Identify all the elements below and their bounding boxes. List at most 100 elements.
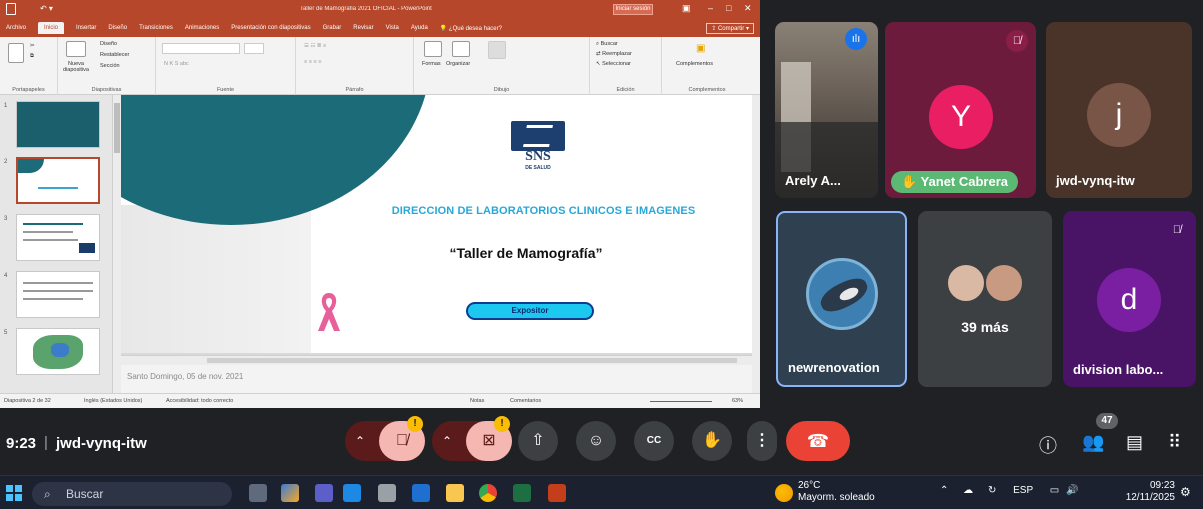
arrange-icon[interactable] — [452, 41, 470, 57]
layout-button[interactable]: Diseño — [100, 41, 117, 47]
leave-call-button[interactable]: ☎ — [786, 421, 850, 461]
zoom-level[interactable]: 63% — [732, 398, 743, 404]
minimize-icon[interactable]: – — [708, 3, 713, 13]
tell-me-search[interactable]: 💡 ¿Qué desea hacer? — [440, 25, 502, 32]
people-icon[interactable]: 👥 — [1082, 432, 1104, 453]
camera-options-chevron-icon[interactable]: ⌃ — [442, 421, 452, 461]
zoom-slider[interactable] — [650, 401, 712, 402]
task-view-icon[interactable] — [249, 484, 267, 502]
slide-notes[interactable]: Santo Domingo, 05 de nov. 2021 — [121, 365, 752, 393]
share-button[interactable]: ⇪ Compartir ▾ — [706, 23, 754, 34]
comments-toggle[interactable]: Comentarios — [510, 398, 541, 404]
weather-widget[interactable]: 26°C Mayorm. soleado — [798, 480, 875, 504]
cut-icon[interactable]: ✂ — [30, 43, 35, 49]
excel-icon[interactable] — [513, 484, 531, 502]
find-button[interactable]: ⌕ Buscar — [596, 41, 618, 48]
ribbon-options-icon[interactable]: ▣ — [682, 3, 691, 14]
activities-icon[interactable]: ⠿ — [1168, 432, 1181, 453]
windows-start-icon[interactable] — [6, 485, 22, 501]
tray-chevron-icon[interactable]: ⌃ — [940, 485, 948, 496]
select-button[interactable]: ↖ Seleccionar — [596, 61, 631, 67]
participant-tile-jwd[interactable]: j jwd-vynq-itw — [1046, 22, 1192, 198]
thumbs-scrollbar[interactable] — [113, 95, 121, 393]
font-size-select[interactable] — [244, 43, 264, 54]
font-name-select[interactable] — [162, 43, 240, 54]
participant-tile-newrenovation[interactable]: newrenovation — [776, 211, 907, 387]
shapes-icon[interactable] — [424, 41, 442, 57]
slide-v-scrollbar[interactable] — [752, 95, 760, 393]
undo-icon[interactable]: ↶ ▾ — [40, 4, 53, 13]
tab-inicio[interactable]: Inicio — [38, 22, 65, 34]
volume-icon[interactable]: 🔊 — [1066, 485, 1078, 496]
status-language[interactable]: Inglés (Estados Unidos) — [84, 398, 142, 404]
tab-vista[interactable]: Vista — [386, 25, 399, 31]
participant-tile-arely[interactable]: ılı Arely A... — [775, 22, 878, 198]
reset-button[interactable]: Restablecer — [100, 52, 129, 58]
slide-thumb-5[interactable] — [16, 328, 100, 375]
font-format-icons[interactable]: N K S abc — [164, 61, 189, 67]
list-icons[interactable]: ☰ ☷ ≣ ≡ — [304, 43, 326, 49]
slide-h-scrollbar[interactable] — [121, 355, 752, 365]
chrome-icon[interactable] — [479, 484, 497, 502]
quick-styles-icon[interactable] — [488, 41, 506, 59]
outlook-icon[interactable] — [343, 484, 361, 502]
save-icon[interactable] — [6, 3, 16, 15]
store-icon[interactable] — [412, 484, 430, 502]
participant-tile-division[interactable]: d 🎙̸ division labo... — [1063, 211, 1196, 387]
section-button[interactable]: Sección — [100, 63, 120, 69]
addins-button[interactable]: Complementos — [676, 61, 713, 67]
raise-hand-button[interactable]: ✋ — [692, 421, 732, 461]
taskbar-clock[interactable]: 09:23 12/11/2025 — [1115, 480, 1175, 504]
network-icon[interactable]: ▭ — [1050, 485, 1059, 496]
notification-icon[interactable]: ⚙ — [1180, 485, 1191, 499]
teams-icon[interactable] — [315, 484, 333, 502]
shapes-button[interactable]: Formas — [422, 61, 441, 67]
close-icon[interactable]: ✕ — [744, 3, 752, 14]
current-slide[interactable]: SNS DE SALUD DIRECCION DE LABORATORIOS C… — [121, 95, 752, 353]
more-participants-tile[interactable]: 39 más — [918, 211, 1052, 387]
file-explorer-icon[interactable] — [446, 484, 464, 502]
slide-thumb-3[interactable] — [16, 214, 100, 261]
expositor-button[interactable]: Expositor — [466, 302, 594, 320]
tab-animaciones[interactable]: Animaciones — [185, 25, 219, 31]
powerpoint-icon[interactable] — [548, 484, 566, 502]
emoji-reaction-button[interactable]: ☺ — [576, 421, 616, 461]
arrange-button[interactable]: Organizar — [446, 61, 470, 67]
signin-button[interactable]: Iniciar sesión — [613, 4, 653, 15]
new-slide-icon[interactable] — [66, 41, 86, 57]
paste-icon[interactable] — [8, 43, 24, 63]
tab-transiciones[interactable]: Transiciones — [139, 25, 173, 31]
slide-thumb-2[interactable] — [16, 157, 100, 204]
mic-options-chevron-icon[interactable]: ⌃ — [355, 421, 365, 461]
copilot-icon[interactable] — [281, 484, 299, 502]
status-accessibility[interactable]: Accesibilidad: todo correcto — [166, 398, 233, 404]
replace-button[interactable]: ⇄ Reemplazar — [596, 51, 632, 57]
copy-icon[interactable]: ⧉ — [30, 53, 34, 60]
slide-thumb-4[interactable] — [16, 271, 100, 318]
participant-tile-yanet[interactable]: Y 🎙̸ ✋ Yanet Cabrera — [885, 22, 1036, 198]
more-options-button[interactable]: ⋮ — [747, 421, 777, 461]
maximize-icon[interactable]: □ — [726, 3, 731, 13]
tab-diseno[interactable]: Diseño — [108, 25, 127, 31]
notes-toggle[interactable]: Notas — [470, 398, 484, 404]
app-icon[interactable] — [378, 484, 396, 502]
tab-revisar[interactable]: Revisar — [353, 25, 373, 31]
present-screen-button[interactable]: ⇧ — [518, 421, 558, 461]
taskbar-search[interactable]: ⌕ Buscar — [32, 482, 232, 506]
onedrive-icon[interactable]: ☁ — [963, 485, 973, 496]
align-icons[interactable]: ≡ ≡ ≡ ≡ — [304, 59, 321, 65]
tab-insertar[interactable]: Insertar — [76, 25, 96, 31]
chat-icon[interactable]: ▤ — [1126, 432, 1143, 453]
meeting-details-icon[interactable]: ⓘ — [1039, 432, 1057, 458]
language-indicator[interactable]: ESP — [1013, 485, 1033, 496]
weather-icon[interactable] — [775, 484, 793, 502]
tab-presentacion[interactable]: Presentación con diapositivas — [231, 25, 310, 31]
sync-icon[interactable]: ↻ — [988, 485, 996, 496]
captions-button[interactable]: CC — [634, 421, 674, 461]
new-slide-button[interactable]: Nueva diapositiva — [62, 61, 90, 73]
tab-ayuda[interactable]: Ayuda — [411, 25, 428, 31]
slide-thumb-1[interactable] — [16, 101, 100, 148]
tab-archivo[interactable]: Archivo — [6, 25, 26, 31]
tab-grabar[interactable]: Grabar — [323, 25, 342, 31]
addins-icon[interactable]: ▣ — [696, 43, 705, 54]
